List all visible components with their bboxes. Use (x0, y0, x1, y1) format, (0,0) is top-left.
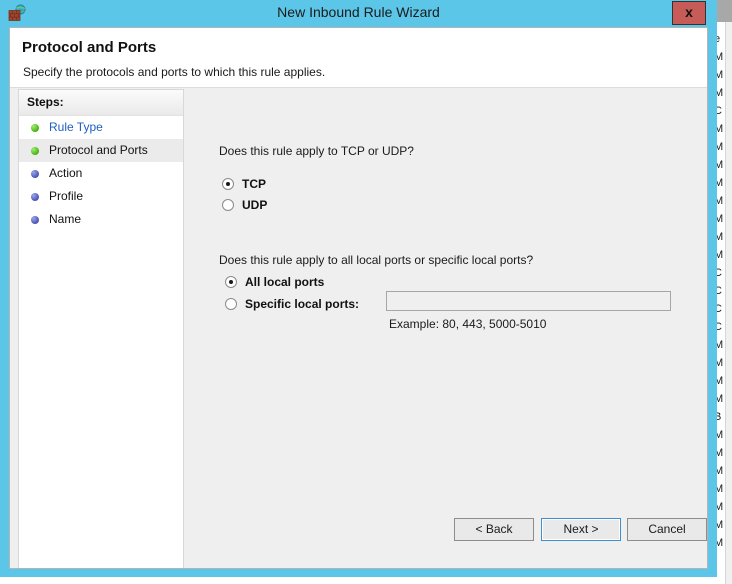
sidebar-item-label: Profile (49, 189, 84, 203)
step-bullet-icon (31, 216, 39, 224)
radio-all-local-ports-label: All local ports (245, 275, 325, 289)
sidebar-item-action[interactable]: Action (19, 162, 183, 185)
radio-udp-indicator (222, 199, 234, 211)
new-inbound-rule-wizard-window: New Inbound Rule Wizard x Protocol and P… (0, 0, 717, 577)
sidebar-item-label: Protocol and Ports (49, 143, 148, 157)
step-bullet-icon (31, 147, 39, 155)
sidebar-item-name[interactable]: Name (19, 208, 183, 231)
specific-ports-input[interactable] (386, 291, 671, 311)
wizard-client-area: Protocol and Ports Specify the protocols… (9, 27, 708, 569)
wizard-header: Protocol and Ports Specify the protocols… (10, 28, 707, 88)
window-title: New Inbound Rule Wizard (277, 4, 440, 20)
radio-all-local-ports-indicator (225, 276, 237, 288)
step-bullet-icon (31, 124, 39, 132)
steps-heading: Steps: (19, 90, 183, 116)
sidebar-item-profile[interactable]: Profile (19, 185, 183, 208)
sidebar-item-label: Rule Type (49, 120, 103, 134)
close-icon: x (685, 4, 693, 20)
window-titlebar: New Inbound Rule Wizard x (0, 0, 717, 27)
wizard-content-pane: Does this rule apply to TCP or UDP? TCP … (186, 88, 707, 568)
next-button[interactable]: Next > (541, 518, 621, 541)
page-title: Protocol and Ports (22, 39, 157, 56)
wizard-footer: < Back Next > Cancel (186, 508, 707, 568)
steps-list: Rule Type Protocol and Ports Action Prof… (19, 116, 183, 231)
steps-heading-label: Steps: (27, 95, 64, 109)
back-button[interactable]: < Back (454, 518, 534, 541)
steps-sidebar: Steps: Rule Type Protocol and Ports Acti… (18, 89, 184, 568)
step-bullet-icon (31, 170, 39, 178)
sidebar-item-protocol-and-ports[interactable]: Protocol and Ports (19, 139, 183, 162)
radio-specific-local-ports-indicator (225, 298, 237, 310)
radio-tcp-indicator (222, 178, 234, 190)
step-bullet-icon (31, 193, 39, 201)
radio-udp-label: UDP (242, 198, 268, 212)
radio-tcp-label: TCP (242, 177, 266, 191)
ports-question-label: Does this rule apply to all local ports … (219, 253, 534, 267)
wizard-body: Steps: Rule Type Protocol and Ports Acti… (10, 88, 707, 568)
sidebar-item-label: Action (49, 166, 83, 180)
sidebar-item-rule-type[interactable]: Rule Type (19, 116, 183, 139)
close-button[interactable]: x (672, 1, 706, 25)
protocol-question-label: Does this rule apply to TCP or UDP? (219, 144, 414, 158)
sidebar-item-label: Name (49, 212, 82, 226)
page-subtitle: Specify the protocols and ports to which… (23, 65, 326, 79)
radio-specific-local-ports-label: Specific local ports: (245, 297, 360, 311)
ports-example-hint: Example: 80, 443, 5000-5010 (389, 317, 547, 331)
cancel-button[interactable]: Cancel (627, 518, 707, 541)
